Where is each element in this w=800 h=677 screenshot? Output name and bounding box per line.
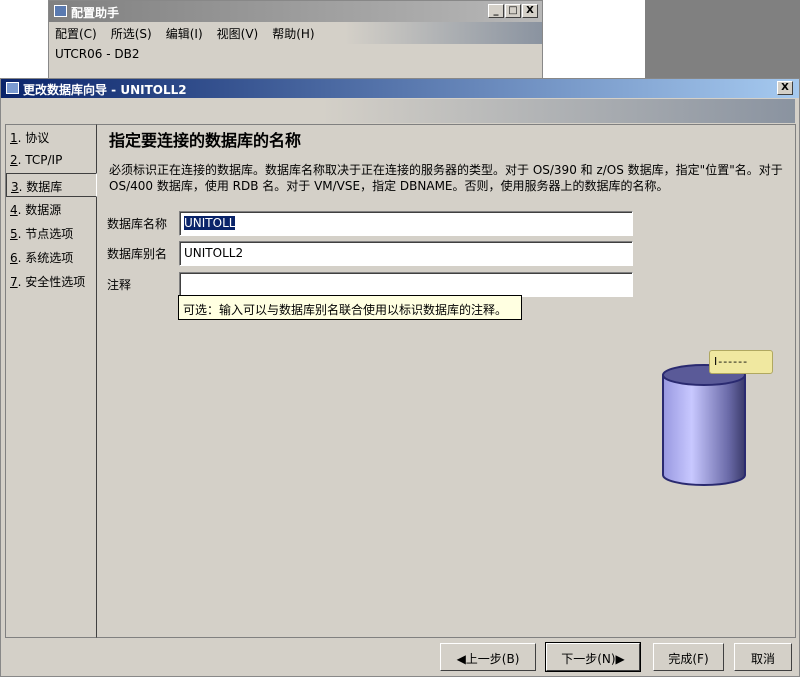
step-security-options[interactable]: 7. 安全性选项 xyxy=(6,269,96,293)
db-name-input[interactable]: UNITOLL xyxy=(179,211,633,236)
step-protocol[interactable]: 1. 协议 xyxy=(6,125,96,149)
cancel-button[interactable]: 取消 xyxy=(734,643,792,671)
step-label: . 节点选项 xyxy=(17,227,74,241)
change-database-wizard: 更改数据库向导 - UNITOLL2 X 1. 协议 2. TCP/IP 3. … xyxy=(0,78,800,677)
step-label: . 系统选项 xyxy=(17,251,74,265)
wizard-banner xyxy=(5,99,795,123)
database-tag: I------ xyxy=(709,350,773,374)
menu-selected[interactable]: 所选(S) xyxy=(111,25,152,41)
window-title: 配置助手 xyxy=(71,6,120,20)
menu-config[interactable]: 配置(C) xyxy=(55,25,97,41)
step-label: . 数据库 xyxy=(18,180,63,194)
description: 必须标识正在连接的数据库。数据库名称取决于正在连接的服务器的类型。对于 OS/3… xyxy=(109,163,783,193)
step-system-options[interactable]: 6. 系统选项 xyxy=(6,245,96,269)
wizard-steps: 1. 协议 2. TCP/IP 3. 数据库 4. 数据源 5. 节点选项 6.… xyxy=(5,124,97,638)
menu-view[interactable]: 视图(V) xyxy=(217,25,259,41)
back-button[interactable]: ◀上一步(B) xyxy=(440,643,536,671)
maximize-button[interactable]: □ xyxy=(505,4,521,18)
close-button[interactable]: X xyxy=(522,4,538,18)
app-icon xyxy=(54,5,67,17)
config-assistant-window: 配置助手 _ □ X 配置(C) 所选(S) 编辑(I) 视图(V) 帮助(H) U… xyxy=(48,0,543,80)
close-button[interactable]: X xyxy=(777,81,793,95)
wizard-content: 指定要连接的数据库的名称 必须标识正在连接的数据库。数据库名称取决于正在连接的服… xyxy=(97,124,796,638)
menu-bar: 配置(C) 所选(S) 编辑(I) 视图(V) 帮助(H) xyxy=(49,22,542,44)
step-label: . 数据源 xyxy=(17,203,62,217)
step-node-options[interactable]: 5. 节点选项 xyxy=(6,221,96,245)
next-button[interactable]: 下一步(N)▶ xyxy=(545,642,641,672)
selected-text: UNITOLL xyxy=(184,216,236,230)
step-label: . 协议 xyxy=(17,131,50,145)
database-cylinder-icon xyxy=(662,364,746,486)
comment-input[interactable] xyxy=(179,272,633,297)
menu-help[interactable]: 帮助(H) xyxy=(272,25,314,41)
step-num: 4 xyxy=(10,203,18,217)
db-alias-input[interactable]: UNITOLL2 xyxy=(179,241,633,266)
step-num: 3 xyxy=(11,180,19,194)
finish-button[interactable]: 完成(F) xyxy=(653,643,724,671)
config-assistant-titlebar: 配置助手 _ □ X xyxy=(49,1,542,22)
step-label: . 安全性选项 xyxy=(17,275,86,289)
step-num: 7 xyxy=(10,275,18,289)
step-num: 6 xyxy=(10,251,18,265)
step-num: 2 xyxy=(10,153,18,167)
step-database[interactable]: 3. 数据库 xyxy=(6,173,97,197)
wizard-title: 更改数据库向导 - UNITOLL2 xyxy=(23,83,187,97)
minimize-button[interactable]: _ xyxy=(488,4,504,18)
comment-tooltip: 可选：输入可以与数据库别名联合使用以标识数据库的注释。 xyxy=(178,295,522,320)
db-name-label: 数据库名称 xyxy=(107,217,168,231)
menu-edit[interactable]: 编辑(I) xyxy=(166,25,203,41)
step-datasource[interactable]: 4. 数据源 xyxy=(6,197,96,221)
system-label: UTCR06 - DB2 xyxy=(55,47,140,61)
wizard-titlebar: 更改数据库向导 - UNITOLL2 X xyxy=(1,79,799,98)
page-title: 指定要连接的数据库的名称 xyxy=(109,131,302,150)
step-num: 1 xyxy=(10,131,18,145)
step-num: 5 xyxy=(10,227,18,241)
step-tcpip[interactable]: 2. TCP/IP xyxy=(6,149,96,173)
desktop-background xyxy=(645,0,800,78)
comment-label: 注释 xyxy=(107,278,132,292)
step-label: . TCP/IP xyxy=(17,153,63,167)
db-alias-label: 数据库别名 xyxy=(107,247,168,261)
app-icon xyxy=(6,82,19,94)
